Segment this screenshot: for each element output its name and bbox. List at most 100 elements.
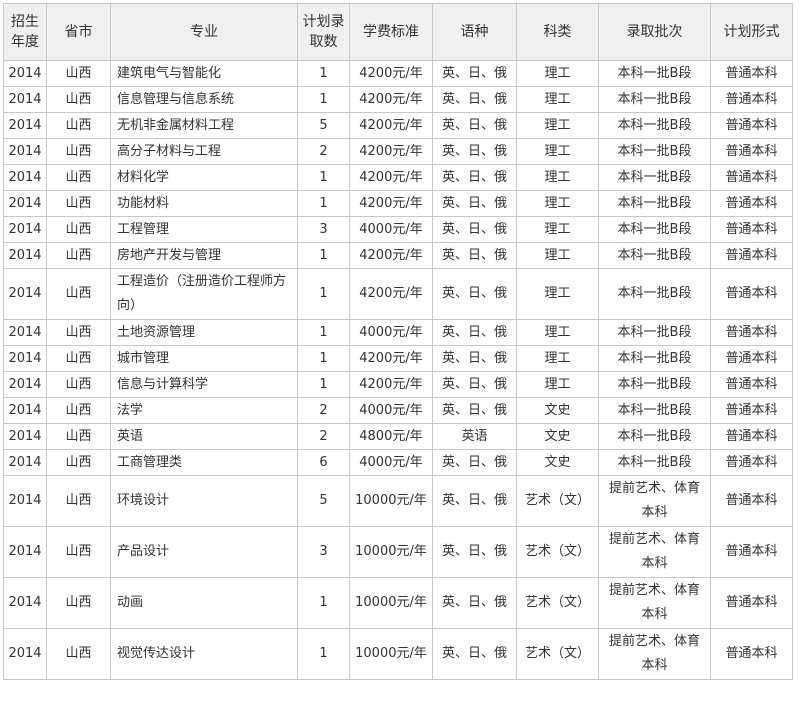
table-row: 2014 山西 建筑电气与智能化 1 4200元/年 英、日、俄 理工 本科一批B段 普通本科 xyxy=(3,60,793,87)
category-cell: 理工 xyxy=(516,242,599,269)
plan-form-cell: 普通本科 xyxy=(710,242,793,269)
header-row: 招生年度 省市 专业 计划录取数 学费标准 语种 科类 录取批次 计划形式 xyxy=(3,3,793,61)
category-cell: 理工 xyxy=(516,345,599,372)
language-cell: 英、日、俄 xyxy=(432,526,517,578)
province-cell: 山西 xyxy=(46,577,111,629)
tuition-fee-cell: 4200元/年 xyxy=(349,86,433,113)
plan-form-cell: 普通本科 xyxy=(710,60,793,87)
table-row: 2014 山西 英语 2 4800元/年 英语 文史 本科一批B段 普通本科 xyxy=(3,423,793,450)
header-province: 省市 xyxy=(46,3,111,61)
plan-count-cell: 1 xyxy=(297,319,350,346)
year-cell: 2014 xyxy=(3,371,47,398)
admission-batch-cell: 本科一批B段 xyxy=(598,371,711,398)
admission-batch-cell: 提前艺术、体育本科 xyxy=(598,628,711,680)
province-cell: 山西 xyxy=(46,242,111,269)
language-cell: 英、日、俄 xyxy=(432,242,517,269)
province-cell: 山西 xyxy=(46,138,111,165)
plan-count-cell: 5 xyxy=(297,475,350,527)
table-row: 2014 山西 无机非金属材料工程 5 4200元/年 英、日、俄 理工 本科一批B段 普通本科 xyxy=(3,112,793,139)
plan-form-cell: 普通本科 xyxy=(710,138,793,165)
major-cell: 高分子材料与工程 xyxy=(110,138,298,165)
major-cell: 土地资源管理 xyxy=(110,319,298,346)
admission-batch-cell: 本科一批B段 xyxy=(598,138,711,165)
language-cell: 英、日、俄 xyxy=(432,112,517,139)
category-cell: 文史 xyxy=(516,397,599,424)
tuition-fee-cell: 10000元/年 xyxy=(349,475,433,527)
tuition-fee-cell: 10000元/年 xyxy=(349,526,433,578)
tuition-fee-cell: 4000元/年 xyxy=(349,319,433,346)
major-cell: 工程管理 xyxy=(110,216,298,243)
year-cell: 2014 xyxy=(3,577,47,629)
tuition-fee-cell: 4200元/年 xyxy=(349,138,433,165)
header-major: 专业 xyxy=(110,3,298,61)
plan-count-cell: 1 xyxy=(297,164,350,191)
admission-plan-table: 招生年度 省市 专业 计划录取数 学费标准 语种 科类 录取批次 计划形式 20… xyxy=(3,3,793,680)
category-cell: 理工 xyxy=(516,60,599,87)
plan-form-cell: 普通本科 xyxy=(710,628,793,680)
table-row: 2014 山西 信息与计算科学 1 4200元/年 英、日、俄 理工 本科一批B段 普通本科 xyxy=(3,371,793,398)
tuition-fee-cell: 4200元/年 xyxy=(349,190,433,217)
plan-form-cell: 普通本科 xyxy=(710,319,793,346)
tuition-fee-cell: 4200元/年 xyxy=(349,268,433,320)
province-cell: 山西 xyxy=(46,86,111,113)
table-row: 2014 山西 信息管理与信息系统 1 4200元/年 英、日、俄 理工 本科一批B段 普通本科 xyxy=(3,86,793,113)
year-cell: 2014 xyxy=(3,526,47,578)
language-cell: 英、日、俄 xyxy=(432,164,517,191)
category-cell: 文史 xyxy=(516,423,599,450)
header-fee: 学费标准 xyxy=(349,3,433,61)
major-cell: 工商管理类 xyxy=(110,449,298,476)
plan-form-cell: 普通本科 xyxy=(710,423,793,450)
plan-form-cell: 普通本科 xyxy=(710,397,793,424)
plan-form-cell: 普通本科 xyxy=(710,577,793,629)
header-language: 语种 xyxy=(432,3,517,61)
province-cell: 山西 xyxy=(46,397,111,424)
plan-count-cell: 3 xyxy=(297,526,350,578)
year-cell: 2014 xyxy=(3,449,47,476)
province-cell: 山西 xyxy=(46,112,111,139)
plan-form-cell: 普通本科 xyxy=(710,268,793,320)
year-cell: 2014 xyxy=(3,216,47,243)
table-row: 2014 山西 视觉传达设计 1 10000元/年 英、日、俄 艺术（文） 提前艺术、体育本科… xyxy=(3,628,793,680)
header-category: 科类 xyxy=(516,3,599,61)
year-cell: 2014 xyxy=(3,86,47,113)
tuition-fee-cell: 4800元/年 xyxy=(349,423,433,450)
category-cell: 艺术（文） xyxy=(516,475,599,527)
language-cell: 英、日、俄 xyxy=(432,268,517,320)
tuition-fee-cell: 4200元/年 xyxy=(349,112,433,139)
year-cell: 2014 xyxy=(3,268,47,320)
category-cell: 理工 xyxy=(516,371,599,398)
major-cell: 视觉传达设计 xyxy=(110,628,298,680)
year-cell: 2014 xyxy=(3,345,47,372)
category-cell: 艺术（文） xyxy=(516,526,599,578)
year-cell: 2014 xyxy=(3,319,47,346)
admission-batch-cell: 提前艺术、体育本科 xyxy=(598,577,711,629)
province-cell: 山西 xyxy=(46,190,111,217)
province-cell: 山西 xyxy=(46,423,111,450)
table-row: 2014 山西 土地资源管理 1 4000元/年 英、日、俄 理工 本科一批B段 普通本科 xyxy=(3,319,793,346)
plan-count-cell: 1 xyxy=(297,371,350,398)
year-cell: 2014 xyxy=(3,242,47,269)
table-row: 2014 山西 城市管理 1 4200元/年 英、日、俄 理工 本科一批B段 普通本科 xyxy=(3,345,793,372)
plan-count-cell: 1 xyxy=(297,577,350,629)
tuition-fee-cell: 4200元/年 xyxy=(349,371,433,398)
plan-form-cell: 普通本科 xyxy=(710,526,793,578)
province-cell: 山西 xyxy=(46,164,111,191)
plan-form-cell: 普通本科 xyxy=(710,345,793,372)
admission-batch-cell: 本科一批B段 xyxy=(598,397,711,424)
major-cell: 材料化学 xyxy=(110,164,298,191)
admission-batch-cell: 提前艺术、体育本科 xyxy=(598,526,711,578)
plan-count-cell: 1 xyxy=(297,190,350,217)
category-cell: 理工 xyxy=(516,138,599,165)
table-row: 2014 山西 法学 2 4000元/年 英、日、俄 文史 本科一批B段 普通本科 xyxy=(3,397,793,424)
category-cell: 文史 xyxy=(516,449,599,476)
province-cell: 山西 xyxy=(46,319,111,346)
plan-form-cell: 普通本科 xyxy=(710,86,793,113)
plan-count-cell: 1 xyxy=(297,60,350,87)
admission-batch-cell: 提前艺术、体育本科 xyxy=(598,475,711,527)
admission-batch-cell: 本科一批B段 xyxy=(598,190,711,217)
admission-batch-cell: 本科一批B段 xyxy=(598,164,711,191)
admission-batch-cell: 本科一批B段 xyxy=(598,449,711,476)
admission-batch-cell: 本科一批B段 xyxy=(598,112,711,139)
table-row: 2014 山西 功能材料 1 4200元/年 英、日、俄 理工 本科一批B段 普通本科 xyxy=(3,190,793,217)
major-cell: 城市管理 xyxy=(110,345,298,372)
